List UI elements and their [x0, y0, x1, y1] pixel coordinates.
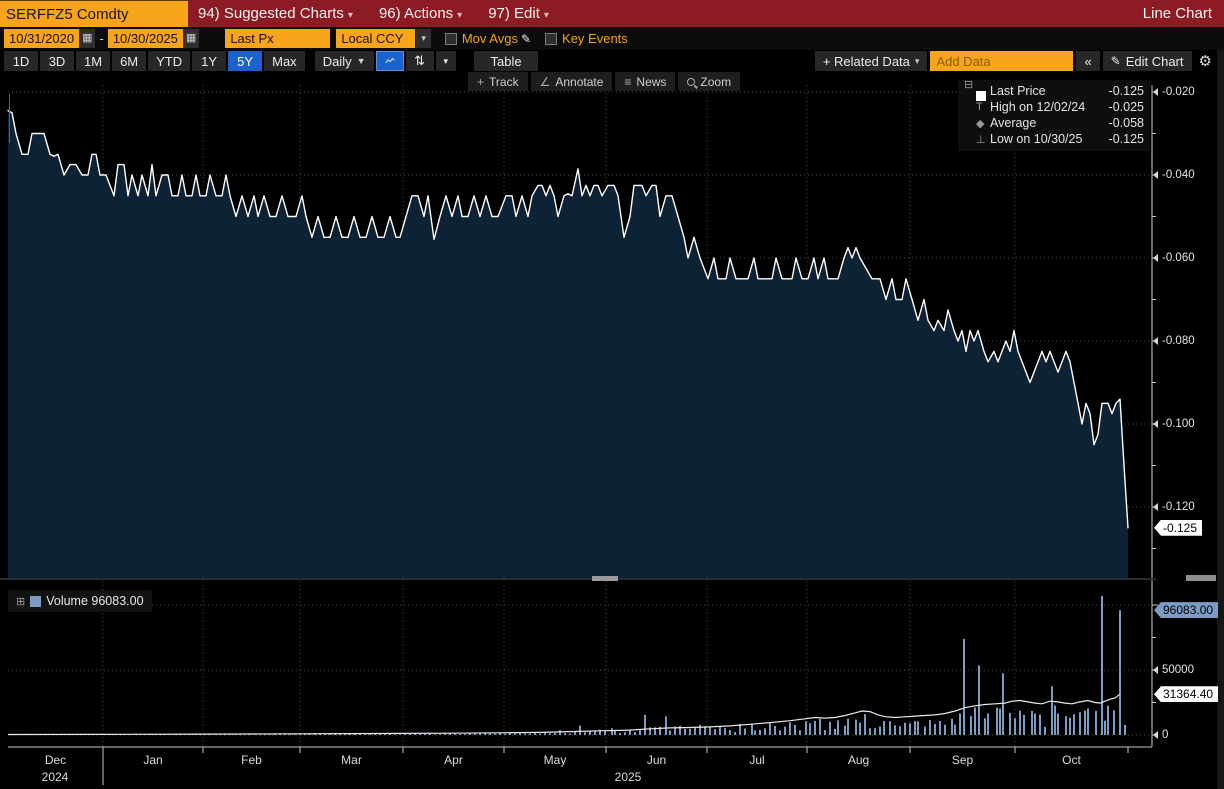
- pane-divider: [0, 578, 1156, 580]
- x-axis-month-label: Aug: [847, 753, 870, 767]
- legend-row-2[interactable]: ◆ Average -0.058: [964, 115, 1144, 131]
- vertical-scrollbar[interactable]: [1217, 50, 1224, 789]
- volume-swatch: [30, 595, 42, 607]
- expand-icon[interactable]: ⊞: [16, 595, 25, 608]
- x-axis-month-label: Dec: [44, 753, 67, 767]
- price-axis-label: -0.120: [1153, 501, 1195, 513]
- last-price-badge: -0.125: [1154, 519, 1203, 536]
- volume-axis-label: 0: [1152, 729, 1169, 741]
- x-axis-month-label: Jan: [143, 753, 163, 767]
- x-axis-month-label: May: [543, 753, 567, 767]
- volume-axis-label: 50000: [1153, 664, 1194, 676]
- legend-label: Low on 10/30/25: [990, 132, 1083, 146]
- chart-tools: + Track ∠ Annotate ≡ News Zoom: [468, 72, 741, 91]
- x-axis-month-label: Mar: [341, 753, 362, 767]
- legend-value: -0.125: [1108, 84, 1144, 98]
- annotate-angle: ∠: [539, 74, 551, 89]
- zoom-magnifier: [687, 77, 696, 86]
- legend-tree-line: [9, 94, 10, 143]
- news-lines: ≡: [624, 74, 632, 89]
- legend-label: Average: [990, 116, 1037, 130]
- x-axis-month-label: Feb: [241, 753, 262, 767]
- legend-value: -0.058: [1108, 116, 1144, 130]
- x-axis-month-label: Oct: [1062, 753, 1081, 767]
- average-marker-icon: ◆: [976, 117, 985, 130]
- high-marker-icon: T: [976, 101, 983, 113]
- volume-legend[interactable]: ⊞ Volume 96083.00: [8, 590, 152, 612]
- price-axis-label: -0.020: [1153, 86, 1195, 98]
- volume-last-badge: 96083.00: [1154, 602, 1219, 619]
- x-axis-month-label: Jun: [646, 753, 667, 767]
- pane-divider-handle[interactable]: [592, 576, 618, 581]
- track-crosshair: +: [477, 74, 485, 89]
- price-legend: ⊟ Last Price -0.125 T High on 12/02/24 -0.025…: [958, 79, 1150, 151]
- price-axis-label: -0.040: [1153, 169, 1195, 181]
- tool-news-button[interactable]: ≡ News: [615, 72, 676, 91]
- price-axis-label: -0.100: [1153, 418, 1195, 430]
- tool-zoom-button[interactable]: Zoom: [678, 72, 741, 91]
- price-axis-label: -0.060: [1153, 252, 1195, 264]
- legend-row-0[interactable]: ⊟ Last Price -0.125: [964, 79, 1144, 101]
- low-marker-icon: ⊥: [976, 133, 986, 146]
- x-axis-month-label: Apr: [444, 753, 463, 767]
- x-axis-month-label: Sep: [951, 753, 974, 767]
- tool-annotate-button[interactable]: ∠ Annotate: [530, 72, 613, 91]
- tool-track-button[interactable]: + Track: [468, 72, 528, 91]
- x-axis-year-label: 2025: [614, 770, 642, 784]
- legend-label: Last Price: [990, 84, 1046, 98]
- pane-divider-handle-right[interactable]: [1186, 575, 1216, 581]
- volume-avg-badge: 31364.40: [1154, 686, 1219, 703]
- legend-row-3[interactable]: ⊥ Low on 10/30/25 -0.125: [964, 131, 1144, 147]
- legend-label: High on 12/02/24: [990, 100, 1086, 114]
- bloomberg-line-chart-window: SERFFZ5 Comdty 94) Suggested Charts ▾ 96) …: [0, 0, 1224, 789]
- legend-value: -0.025: [1108, 100, 1144, 114]
- volume-legend-label: Volume 96083.00: [46, 594, 144, 608]
- legend-value: -0.125: [1108, 132, 1144, 146]
- price-axis-label: -0.080: [1153, 335, 1195, 347]
- legend-row-1[interactable]: T High on 12/02/24 -0.025: [964, 99, 1144, 115]
- x-axis-year-label: 2024: [41, 770, 69, 784]
- x-axis-month-label: Jul: [749, 753, 765, 767]
